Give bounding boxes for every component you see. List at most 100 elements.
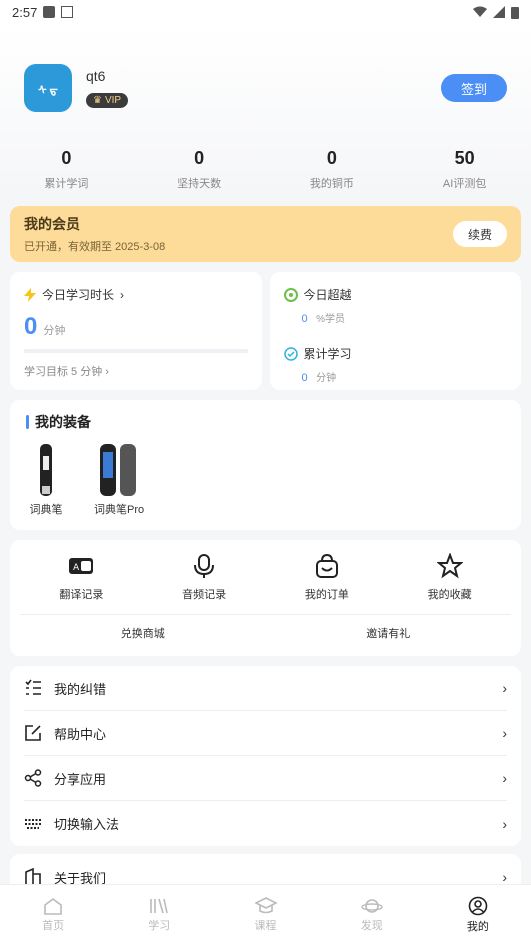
translate-icon: A bbox=[69, 558, 94, 574]
lightning-icon bbox=[24, 287, 36, 302]
tab-discover[interactable]: 发现 bbox=[319, 885, 425, 944]
user-circle-icon bbox=[468, 896, 488, 915]
membership-title: 我的会员 bbox=[24, 216, 80, 232]
stat-value: 0 bbox=[194, 148, 205, 168]
target-icon bbox=[283, 287, 298, 302]
today-study-unit: 分钟 bbox=[43, 325, 66, 337]
chevron-right-icon: › bbox=[502, 770, 507, 786]
tab-mine[interactable]: 我的 bbox=[425, 885, 531, 944]
tab-label: 首页 bbox=[42, 919, 65, 932]
menu-item-corrections[interactable]: 我的纠错 › bbox=[24, 666, 507, 711]
dictionary-pen-image bbox=[40, 444, 52, 496]
tab-label: 学习 bbox=[148, 919, 171, 932]
device-pen[interactable]: 词典笔 bbox=[26, 442, 66, 517]
dictionary-pen-pro-image bbox=[100, 444, 137, 496]
signin-button[interactable]: 签到 bbox=[441, 74, 507, 102]
feature-grid: A 翻译记录 音频记录 我的订单 我的收藏 兑换商城 邀请有礼 bbox=[10, 540, 521, 656]
renew-button[interactable]: 续费 bbox=[453, 221, 507, 247]
crown-icon: ♛ bbox=[93, 95, 102, 106]
tab-study[interactable]: 学习 bbox=[106, 885, 212, 944]
stat-value: 50 bbox=[454, 148, 475, 168]
tab-home[interactable]: 首页 bbox=[0, 885, 106, 944]
svg-text:A: A bbox=[73, 563, 80, 573]
stat-days[interactable]: 0 坚持天数 bbox=[133, 148, 266, 198]
menu-item-share[interactable]: 分享应用 › bbox=[24, 756, 507, 801]
menu-item-input-method[interactable]: 切换输入法 › bbox=[24, 801, 507, 846]
gmail-icon bbox=[61, 6, 74, 18]
microphone-icon bbox=[194, 554, 215, 578]
stat-words[interactable]: 0 累计学词 bbox=[0, 148, 133, 198]
menu-label: 我的纠错 bbox=[54, 681, 107, 697]
avatar[interactable]: ᠰ ᠳ bbox=[24, 64, 72, 112]
section-accent-bar bbox=[26, 415, 29, 429]
study-goal[interactable]: 学习目标 5 分钟 › bbox=[24, 363, 248, 379]
membership-card[interactable]: 我的会员 已开通，有效期至 2025-3-08 续费 bbox=[10, 206, 521, 262]
tab-courses[interactable]: 课程 bbox=[212, 885, 318, 944]
profile-section: ᠰ ᠳ qt6 ♛ VIP 签到 0 累计学词 0 坚持天数 0 我的铜币 50… bbox=[0, 24, 531, 198]
vip-label: VIP bbox=[104, 95, 122, 106]
stats-card: 今日超越 0 %学员 累计学习 0 分钟 bbox=[269, 272, 521, 390]
wifi-icon bbox=[473, 6, 487, 17]
notification-a-icon bbox=[43, 6, 56, 18]
chevron-right-icon: › bbox=[502, 815, 507, 832]
grid-audio-records[interactable]: 音频记录 bbox=[143, 552, 266, 602]
cumulative-unit: 分钟 bbox=[316, 373, 337, 384]
equipment-section: 我的装备 词典笔 词典笔Pro bbox=[10, 400, 521, 530]
stat-ai-pack[interactable]: 50 AI评测包 bbox=[398, 148, 531, 198]
status-bar: 2:57 bbox=[0, 0, 531, 24]
books-icon bbox=[150, 898, 169, 913]
stat-value: 0 bbox=[61, 148, 72, 168]
cumulative-title: 累计学习 bbox=[303, 347, 352, 361]
chevron-right-icon: › bbox=[120, 287, 125, 302]
today-study-value: 0 bbox=[24, 313, 38, 340]
device-label: 词典笔Pro bbox=[94, 504, 145, 516]
graduation-cap-icon bbox=[254, 896, 277, 913]
bottom-tab-bar: 首页 学习 课程 发现 我的 bbox=[0, 884, 531, 944]
chevron-right-icon: › bbox=[502, 725, 507, 741]
grid-translate-records[interactable]: A 翻译记录 bbox=[20, 552, 143, 602]
stat-label: AI评测包 bbox=[442, 178, 487, 190]
status-time: 2:57 bbox=[12, 4, 38, 20]
menu-label: 分享应用 bbox=[54, 771, 107, 787]
grid-my-favorites[interactable]: 我的收藏 bbox=[388, 552, 511, 602]
stat-value: 0 bbox=[326, 148, 337, 168]
beyond-value: 0 bbox=[301, 313, 308, 325]
equipment-title: 我的装备 bbox=[35, 414, 91, 430]
grid-my-orders[interactable]: 我的订单 bbox=[266, 552, 389, 602]
order-bag-icon bbox=[315, 553, 338, 578]
checklist-icon bbox=[25, 679, 41, 695]
grid-label: 翻译记录 bbox=[59, 589, 104, 601]
check-circle-icon bbox=[283, 346, 298, 361]
stats-row: 0 累计学词 0 坚持天数 0 我的铜币 50 AI评测包 bbox=[0, 126, 531, 198]
grid-label: 音频记录 bbox=[182, 589, 227, 601]
stat-coins[interactable]: 0 我的铜币 bbox=[266, 148, 399, 198]
menu-list: 我的纠错 › 帮助中心 › 分享应用 › 切换输入法 › bbox=[10, 666, 521, 846]
cumulative-value: 0 bbox=[301, 372, 308, 384]
edit-icon bbox=[25, 725, 41, 741]
planet-icon bbox=[361, 898, 383, 913]
tab-label: 发现 bbox=[360, 919, 383, 932]
today-study-card[interactable]: 今日学习时长 › 0 分钟 学习目标 5 分钟 › bbox=[10, 272, 262, 390]
star-icon bbox=[436, 553, 463, 579]
vip-badge: ♛ VIP bbox=[86, 93, 129, 108]
grid-label: 我的订单 bbox=[304, 589, 349, 601]
keyboard-icon bbox=[25, 818, 41, 829]
grid-label: 我的收藏 bbox=[427, 589, 472, 601]
share-icon bbox=[24, 769, 42, 787]
today-progress-bar bbox=[24, 349, 248, 353]
tab-label: 课程 bbox=[254, 919, 277, 932]
chevron-right-icon: › bbox=[502, 680, 507, 696]
exchange-mall-link[interactable]: 兑换商城 bbox=[20, 625, 266, 641]
battery-icon bbox=[511, 6, 519, 19]
home-icon bbox=[44, 897, 62, 915]
beyond-unit: %学员 bbox=[316, 314, 345, 325]
stat-label: 我的铜币 bbox=[309, 178, 354, 190]
menu-item-help[interactable]: 帮助中心 › bbox=[24, 711, 507, 756]
stat-label: 累计学词 bbox=[44, 178, 89, 190]
invite-gift-link[interactable]: 邀请有礼 bbox=[266, 625, 512, 641]
signal-icon bbox=[493, 6, 505, 18]
device-pen-pro[interactable]: 词典笔Pro bbox=[94, 442, 144, 517]
menu-label: 切换输入法 bbox=[54, 817, 120, 832]
stat-label: 坚持天数 bbox=[177, 178, 222, 190]
beyond-title: 今日超越 bbox=[303, 288, 352, 302]
